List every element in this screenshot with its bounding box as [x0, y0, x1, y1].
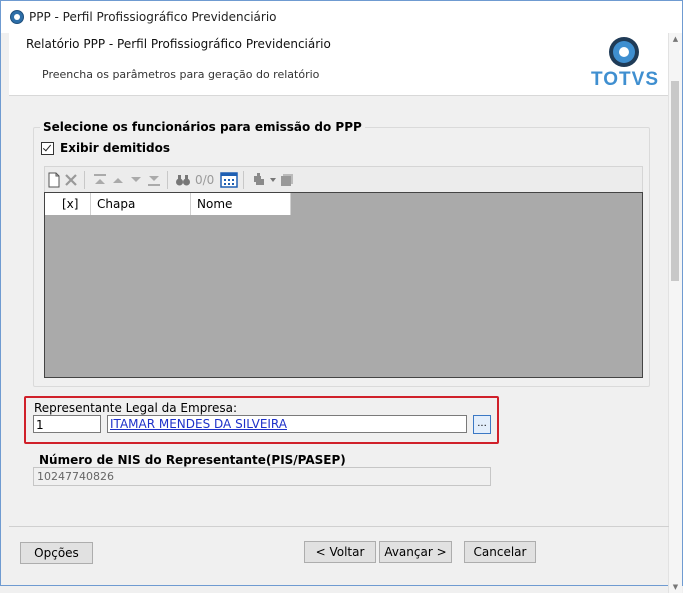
title-bar: PPP - Perfil Profissiográfico Previdenci… — [1, 1, 682, 33]
column-chapa[interactable]: Chapa — [91, 193, 191, 215]
export-icon[interactable] — [279, 169, 295, 191]
employees-group-title: Selecione os funcionários para emissão d… — [40, 120, 365, 134]
app-icon — [10, 10, 24, 24]
delete-icon[interactable] — [63, 169, 79, 191]
move-last-icon[interactable] — [146, 169, 162, 191]
wizard-content: Selecione os funcionários para emissão d… — [9, 96, 669, 527]
wizard-window: PPP - Perfil Profissiográfico Previdenci… — [0, 0, 683, 593]
grid-select-icon[interactable] — [220, 169, 239, 191]
grid-header: [x] Chapa Nome — [45, 193, 291, 215]
toolbar-separator — [84, 171, 85, 189]
cancel-button[interactable]: Cancelar — [464, 541, 536, 563]
representative-name-link[interactable]: ITAMAR MENDES DA SILVEIRA — [107, 415, 467, 433]
scroll-up-icon[interactable]: ▲ — [669, 33, 682, 45]
column-nome[interactable]: Nome — [191, 193, 291, 215]
options-button[interactable]: Opções — [20, 542, 93, 564]
move-first-icon[interactable] — [92, 169, 108, 191]
logo-symbol-icon — [609, 37, 639, 67]
grid-toolbar: 0/0 — [44, 166, 643, 193]
scroll-down-icon[interactable]: ▼ — [669, 581, 682, 593]
representative-label: Representante Legal da Empresa: — [34, 401, 238, 415]
page-subtitle: Preencha os parâmetros para geração do r… — [42, 68, 320, 81]
window-title: PPP - Perfil Profissiográfico Previdenci… — [29, 10, 277, 24]
tools-icon[interactable] — [251, 169, 267, 191]
back-button[interactable]: < Voltar — [304, 541, 376, 563]
toolbar-separator — [167, 171, 168, 189]
employees-grid[interactable]: [x] Chapa Nome — [44, 192, 643, 378]
page-title: Relatório PPP - Perfil Profissiográfico … — [26, 37, 331, 51]
nis-field: 10247740826 — [33, 467, 491, 486]
wizard-header: Relatório PPP - Perfil Profissiográfico … — [9, 33, 669, 96]
move-up-icon[interactable] — [110, 169, 126, 191]
record-counter: 0/0 — [195, 173, 215, 187]
column-select[interactable]: [x] — [45, 193, 91, 215]
show-dismissed-label[interactable]: Exibir demitidos — [60, 141, 170, 155]
next-button[interactable]: Avançar > — [379, 541, 452, 563]
scroll-thumb[interactable] — [671, 81, 679, 281]
show-dismissed-checkbox[interactable] — [41, 141, 54, 155]
totvs-logo: TOTVS — [591, 37, 661, 91]
representative-code-input[interactable]: 1 — [33, 415, 101, 433]
toolbar-separator — [243, 171, 245, 189]
new-icon[interactable] — [47, 169, 61, 191]
tools-dropdown-icon[interactable] — [269, 169, 277, 191]
representative-lookup-button[interactable]: ... — [473, 415, 491, 434]
employees-groupbox: Selecione os funcionários para emissão d… — [33, 120, 650, 387]
vertical-scrollbar[interactable]: ▲ ▼ — [668, 33, 682, 593]
nis-label: Número de NIS do Representante(PIS/PASEP… — [39, 453, 346, 467]
binoculars-icon[interactable] — [175, 169, 191, 191]
logo-text: TOTVS — [591, 69, 659, 90]
show-dismissed-row[interactable]: Exibir demitidos — [41, 141, 170, 155]
move-down-icon[interactable] — [128, 169, 144, 191]
